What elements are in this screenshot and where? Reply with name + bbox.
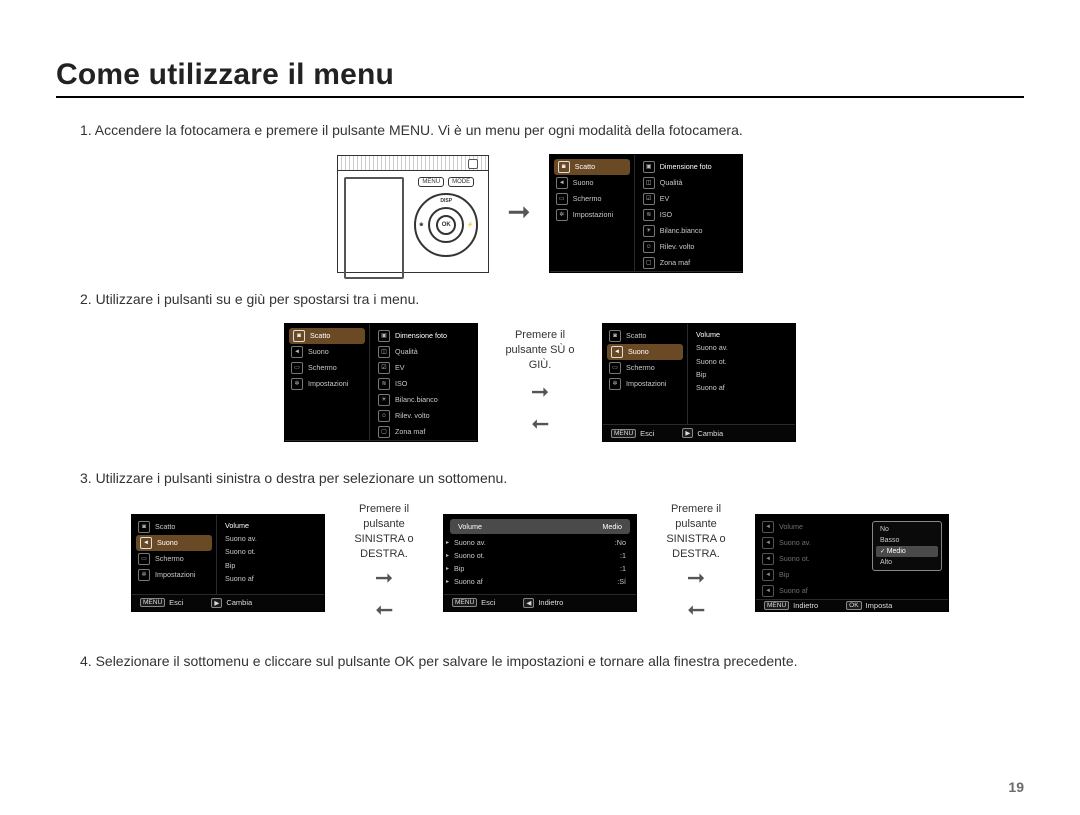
lcd-screen-scatto: ◙Scatto ◄Suono ▭Schermo ✲Impostazioni ▣D…: [549, 154, 743, 273]
dpad-disp-label: DISP: [440, 198, 452, 204]
lcd-screen-suono: ◙Scatto ◄Suono ▭Schermo ✲Impostazioni Vo…: [602, 323, 796, 442]
speaker-icon: ◄: [556, 177, 568, 189]
main-menu-list: ◙Scatto ◄Suono ▭Schermo ✲Impostazioni: [550, 155, 635, 271]
updown-caption: Premere il pulsante SÙ o GIÙ.: [500, 328, 580, 373]
setting-row: ▸Suono af:Sí: [444, 575, 636, 588]
volume-option: No: [876, 524, 938, 535]
lcd-footer: MENU Esci ▶ Cambia: [550, 271, 742, 273]
arrow-right-icon: ➞: [375, 565, 393, 591]
row-step3: ◙Scatto ◄Suono ▭Schermo ✲Impostazioni Vo…: [56, 502, 1024, 623]
ev-icon: ☑: [643, 193, 655, 205]
play-key-icon: ▶: [629, 272, 640, 273]
setting-row: ▸Suono ot.:1: [444, 549, 636, 562]
lcd-screen-scatto-b: ◙Scatto ◄Suono ▭Schermo ✲Impostazioni ▣D…: [284, 323, 478, 442]
page-number: 19: [1008, 779, 1024, 795]
iso-icon: ≋: [643, 209, 655, 221]
lcd-screen-suono-b: ◙Scatto ◄Suono ▭Schermo ✲Impostazioni Vo…: [131, 514, 325, 612]
setting-row: ▸Bip:1: [444, 562, 636, 575]
menu-item-scatto: ◙Scatto: [554, 159, 630, 175]
title-rule: [56, 96, 1024, 98]
menu-item-impostazioni: ✲Impostazioni: [550, 207, 634, 223]
arrow-right-icon: ➞: [531, 379, 549, 405]
camera-icon: ◙: [558, 161, 570, 173]
submenu-list-shoot: ▣Dimensione foto ◫Qualità ☑EV ≋ISO ☀Bila…: [635, 155, 742, 271]
submenu-item: ☀Bilanc.bianco: [635, 223, 742, 239]
footer-cambia: Cambia: [644, 273, 670, 274]
volume-option: Basso: [876, 535, 938, 546]
setting-row: ▸Suono av.:No: [444, 536, 636, 549]
arrow-right-icon: ➞: [687, 565, 705, 591]
volume-option: Alto: [876, 557, 938, 568]
menu-item-suono: ◄Suono: [550, 175, 634, 191]
page-title: Come utilizzare il menu: [56, 58, 1024, 92]
setting-header-row: Volume Medio: [450, 519, 630, 534]
submenu-item: ▢Zona maf: [635, 255, 742, 271]
lcd-screen-volume-popup: ◄Volume ◄Suono av. ◄Suono ot. ◄Bip ◄Suon…: [755, 514, 949, 612]
arrow-left-icon: ➞: [375, 597, 393, 623]
setting-header-val: Medio: [602, 522, 622, 531]
arrow-right-icon: ➞: [507, 195, 530, 228]
camera-mode-button: MODE: [448, 177, 474, 187]
af-icon: ▢: [643, 257, 655, 269]
submenu-item: ◫Qualità: [635, 175, 742, 191]
lr-caption-1: Premere il pulsante SINISTRA o DESTRA.: [339, 502, 429, 561]
submenu-item: ≋ISO: [635, 207, 742, 223]
menu-item-suono-selected: ◄Suono: [607, 344, 683, 360]
footer-imposta: Imposta: [866, 601, 893, 610]
row-step2: ◙Scatto ◄Suono ▭Schermo ✲Impostazioni ▣D…: [56, 323, 1024, 442]
step-1-text: 1. Accendere la fotocamera e premere il …: [80, 122, 1024, 138]
step-3-text: 3. Utilizzare i pulsanti sinistra o dest…: [80, 470, 1024, 486]
lcd-screen-volume-settings: Volume Medio ▸Suono av.:No ▸Suono ot.:1 …: [443, 514, 637, 612]
menu-key-icon: MENU: [558, 273, 583, 274]
size-icon: ▣: [643, 161, 655, 173]
arrows-bidirectional: ➞ ➞: [531, 379, 549, 437]
arrow-left-icon: ➞: [687, 597, 705, 623]
row-step1: MENU MODE DISP ❀ ⚡ OK ➞ ◙Scatto ◄S: [56, 154, 1024, 273]
face-icon: ☺: [643, 241, 655, 253]
footer-esci: Esci: [587, 273, 601, 274]
dpad-ok-button: OK: [436, 215, 456, 235]
gear-icon: ✲: [556, 209, 568, 221]
step-4-text: 4. Selezionare il sottomenu e cliccare s…: [80, 653, 1024, 669]
ok-key-icon: OK: [846, 601, 861, 610]
lr-caption-2: Premere il pulsante SINISTRA o DESTRA.: [651, 502, 741, 561]
display-icon: ▭: [556, 193, 568, 205]
submenu-item: ☑EV: [635, 191, 742, 207]
step-2-text: 2. Utilizzare i pulsanti su e giù per sp…: [80, 291, 1024, 307]
camera-dpad: DISP ❀ ⚡ OK: [414, 193, 478, 257]
volume-options-popup: No Basso Medio Alto: [872, 521, 942, 571]
footer-indietro: Indietro: [538, 598, 563, 607]
camera-menu-button: MENU: [418, 177, 444, 187]
setting-header-key: Volume: [458, 522, 482, 531]
arrow-left-icon: ➞: [531, 411, 549, 437]
submenu-item: ☺Rilev. volto: [635, 239, 742, 255]
volume-option-selected: Medio: [876, 546, 938, 557]
quality-icon: ◫: [643, 177, 655, 189]
dpad-left-icon: ❀: [419, 222, 423, 228]
submenu-item: ▣Dimensione foto: [635, 159, 742, 175]
dpad-right-icon: ⚡: [467, 222, 473, 228]
camera-illustration: MENU MODE DISP ❀ ⚡ OK: [337, 155, 489, 273]
wb-icon: ☀: [643, 225, 655, 237]
menu-item-schermo: ▭Schermo: [550, 191, 634, 207]
